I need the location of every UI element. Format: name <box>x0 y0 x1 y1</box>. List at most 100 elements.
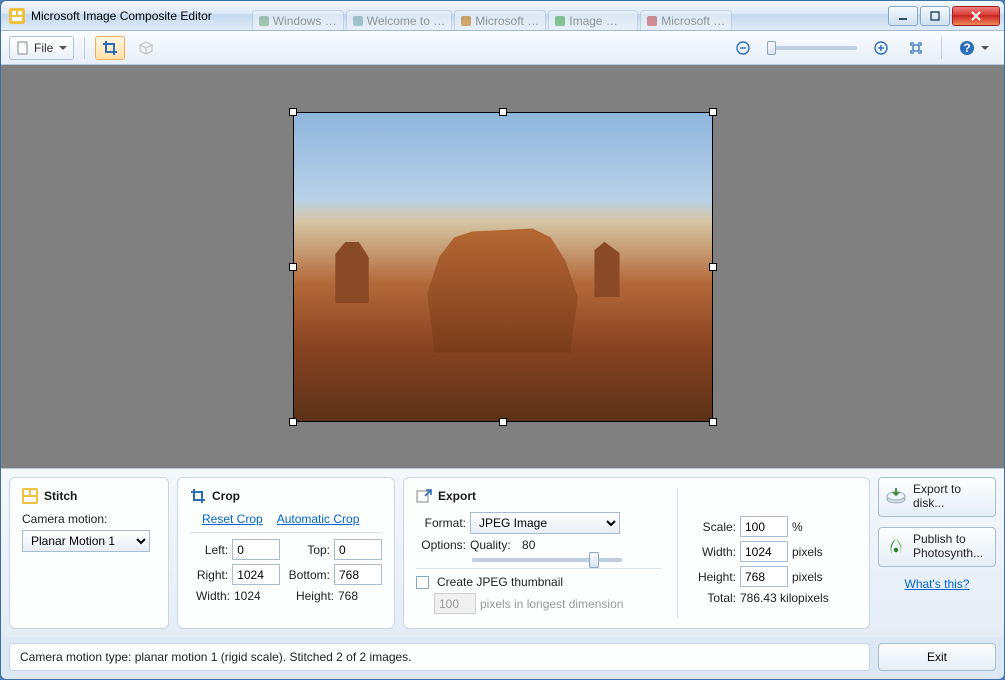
exit-button[interactable]: Exit <box>878 643 996 671</box>
quality-value: 80 <box>522 538 535 552</box>
toolbar-separator <box>941 37 942 59</box>
crop-icon <box>190 488 206 504</box>
crop-handle-tl[interactable] <box>289 108 297 116</box>
bg-tab: Microsoft … <box>454 10 546 30</box>
fit-screen-icon <box>908 40 924 56</box>
export-to-disk-label: Export to disk... <box>913 483 989 511</box>
crop-frame[interactable] <box>293 112 713 422</box>
app-window: Microsoft Image Composite Editor Windows… <box>0 0 1005 680</box>
export-panel: Export Format: JPEG Image Options: Quali… <box>403 477 870 629</box>
create-thumbnail-label: Create JPEG thumbnail <box>437 575 563 589</box>
export-height-label: Height: <box>692 570 736 584</box>
publish-photosynth-label: Publish to Photosynth... <box>913 533 989 561</box>
export-height-input[interactable] <box>740 566 788 587</box>
canvas-viewport[interactable] <box>1 65 1004 468</box>
stitch-icon <box>22 488 38 504</box>
camera-motion-select[interactable]: Planar Motion 1 <box>22 530 150 552</box>
background-tabs: Windows … Welcome to … Microsoft … Image… <box>252 1 888 30</box>
total-label: Total: <box>692 591 736 605</box>
crop-top-label: Top: <box>284 543 330 557</box>
crop-handle-br[interactable] <box>709 418 717 426</box>
crop-handle-r[interactable] <box>709 263 717 271</box>
app-icon <box>9 8 25 24</box>
close-button[interactable] <box>952 6 1000 26</box>
crop-icon <box>102 40 118 56</box>
crop-right-input[interactable] <box>232 564 280 585</box>
crop-bottom-label: Bottom: <box>284 568 330 582</box>
zoom-out-icon <box>736 41 750 55</box>
export-heading: Export <box>438 489 476 503</box>
cube-icon <box>138 40 154 56</box>
bg-tab: Image … <box>548 10 638 30</box>
divider <box>190 532 382 533</box>
crop-handle-tr[interactable] <box>709 108 717 116</box>
create-thumbnail-checkbox[interactable] <box>416 576 429 589</box>
stitched-image-preview <box>293 112 713 422</box>
crop-tool-button[interactable] <box>95 36 125 60</box>
zoom-out-button[interactable] <box>729 36 757 60</box>
export-height-unit: pixels <box>792 570 823 584</box>
crop-width-value: 1024 <box>234 589 282 603</box>
help-button[interactable]: ? <box>952 36 996 60</box>
crop-handle-b[interactable] <box>499 418 507 426</box>
stitch-panel: Stitch Camera motion: Planar Motion 1 <box>9 477 169 629</box>
scale-label: Scale: <box>692 520 736 534</box>
export-width-label: Width: <box>692 545 736 559</box>
thumbnail-size-input <box>434 593 476 614</box>
zoom-slider[interactable] <box>767 46 857 50</box>
minimize-button[interactable] <box>888 6 918 26</box>
zoom-in-button[interactable] <box>867 36 895 60</box>
status-bar: Camera motion type: planar motion 1 (rig… <box>1 637 1004 679</box>
crop-left-input[interactable] <box>232 539 280 560</box>
photosynth-icon <box>885 536 907 558</box>
bg-tab: Microsoft … <box>640 10 732 30</box>
window-title: Microsoft Image Composite Editor <box>31 9 212 23</box>
quality-slider-thumb[interactable] <box>589 552 599 568</box>
format-select[interactable]: JPEG Image <box>470 512 620 534</box>
file-menu-label: File <box>34 41 53 55</box>
export-width-input[interactable] <box>740 541 788 562</box>
crop-bottom-input[interactable] <box>334 564 382 585</box>
thumbnail-caption: pixels in longest dimension <box>480 597 623 611</box>
file-menu-button[interactable]: File <box>9 36 74 60</box>
automatic-crop-link[interactable]: Automatic Crop <box>277 512 360 526</box>
export-to-disk-button[interactable]: Export to disk... <box>878 477 996 517</box>
zoom-in-icon <box>874 41 888 55</box>
crop-heading: Crop <box>212 489 240 503</box>
crop-handle-t[interactable] <box>499 108 507 116</box>
fit-screen-button[interactable] <box>901 36 931 60</box>
crop-right-label: Right: <box>190 568 228 582</box>
toolbar-separator <box>84 37 85 59</box>
quality-slider[interactable] <box>472 558 622 562</box>
total-value: 786.43 kilopixels <box>740 591 829 605</box>
divider <box>416 568 661 569</box>
crop-handle-bl[interactable] <box>289 418 297 426</box>
cube-tool-button[interactable] <box>131 36 161 60</box>
whats-this-link[interactable]: What's this? <box>905 577 970 591</box>
scale-unit: % <box>792 520 803 534</box>
crop-height-label: Height: <box>286 589 334 603</box>
titlebar: Microsoft Image Composite Editor Windows… <box>1 1 1004 31</box>
crop-handle-l[interactable] <box>289 263 297 271</box>
zoom-slider-thumb[interactable] <box>767 41 776 55</box>
help-icon: ? <box>959 40 975 56</box>
export-icon <box>416 488 432 504</box>
status-message: Camera motion type: planar motion 1 (rig… <box>9 643 870 671</box>
publish-photosynth-button[interactable]: Publish to Photosynth... <box>878 527 996 567</box>
crop-height-value: 768 <box>338 589 358 603</box>
quality-label: Quality: <box>470 538 511 552</box>
disk-icon <box>885 486 907 508</box>
svg-text:?: ? <box>963 41 970 55</box>
bg-tab: Windows … <box>252 10 344 30</box>
maximize-button[interactable] <box>920 6 950 26</box>
camera-motion-label: Camera motion: <box>22 512 107 526</box>
options-label: Options: <box>416 538 466 552</box>
scale-input[interactable] <box>740 516 788 537</box>
crop-panel: Crop Reset Crop Automatic Crop Left: Top… <box>177 477 395 629</box>
new-file-icon <box>16 41 30 55</box>
crop-top-input[interactable] <box>334 539 382 560</box>
stitch-heading: Stitch <box>44 489 77 503</box>
format-label: Format: <box>416 516 466 530</box>
reset-crop-link[interactable]: Reset Crop <box>202 512 263 526</box>
chevron-down-icon <box>981 46 989 50</box>
